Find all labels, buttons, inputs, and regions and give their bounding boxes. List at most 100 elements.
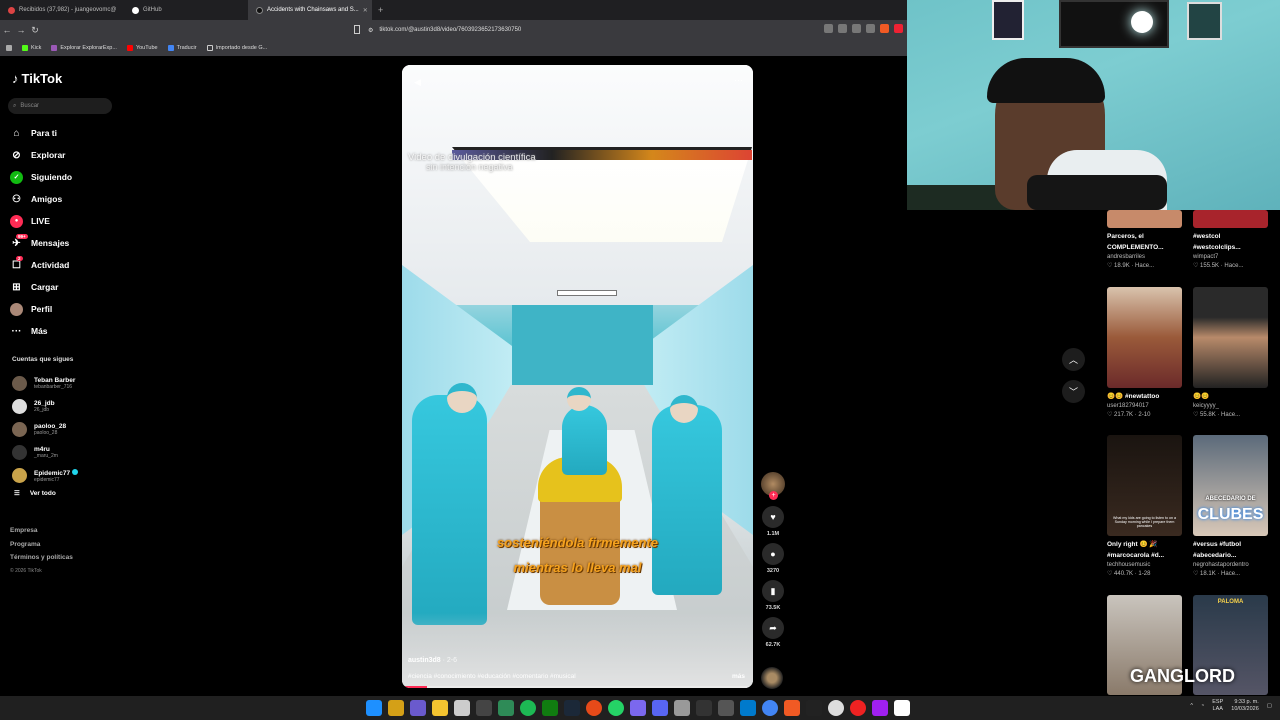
vscode-icon[interactable]	[740, 700, 756, 716]
previous-video-button[interactable]: ︿	[1062, 348, 1085, 371]
more-options-icon[interactable]: ···	[734, 75, 743, 85]
save-button[interactable]: ▮ 73.5K	[760, 580, 786, 611]
next-video-button[interactable]: ﹀	[1062, 380, 1085, 403]
follow-plus-icon[interactable]: +	[769, 491, 778, 500]
video-thumbnail	[1107, 287, 1182, 388]
share-button[interactable]: ➦ 62.7K	[760, 617, 786, 648]
tab-tiktok[interactable]: Accidents with Chainsaws and S... ✕	[248, 0, 372, 20]
chevron-up-icon[interactable]: ^	[1190, 703, 1193, 709]
app-icon[interactable]	[828, 700, 844, 716]
app-icon[interactable]	[498, 700, 514, 716]
spotify-icon[interactable]	[520, 700, 536, 716]
clock[interactable]: 9:33 p. m. 10/03/2026	[1231, 699, 1259, 713]
video-player[interactable]: Video de divulgación científica sin inte…	[402, 65, 753, 688]
tiktok-logo[interactable]: ♪ TikTok	[12, 71, 62, 86]
site-info-icon[interactable]: ⚙	[368, 27, 373, 34]
footer-link[interactable]: Términos y políticas	[10, 551, 73, 565]
related-video[interactable]: ABECEDARIO DE CLUBES #versus #futbol #ab…	[1193, 435, 1273, 577]
nav-amigos[interactable]: ⚇ Amigos	[10, 188, 120, 210]
steam-icon[interactable]	[564, 700, 580, 716]
video-author[interactable]: austin3d8 · 2-6	[408, 657, 457, 664]
nav-live[interactable]: ● LIVE	[10, 210, 120, 232]
app-icon[interactable]	[674, 700, 690, 716]
bookmark-youtube[interactable]: YouTube	[126, 45, 158, 51]
bookmark-kick[interactable]: Kick	[22, 45, 41, 51]
url-field[interactable]: ⚙ tiktok.com/@austin3d8/video/7603923652…	[368, 24, 888, 36]
app-icon[interactable]	[894, 700, 910, 716]
discord-icon[interactable]	[652, 700, 668, 716]
language-indicator[interactable]: ESP LAA	[1212, 699, 1223, 713]
creator-avatar[interactable]: +	[760, 472, 786, 500]
footer-link[interactable]: Programa	[10, 538, 73, 552]
following-list: Teban Barber tebanbarber_716 26_jdb 26_jdb…	[12, 372, 122, 497]
app-icon[interactable]	[872, 700, 888, 716]
related-video[interactable]: What my kids are going to listen to on a…	[1107, 435, 1187, 577]
close-tab-icon[interactable]: ✕	[363, 7, 368, 14]
bookmark-folder[interactable]: Importado desde G...	[206, 45, 267, 51]
chrome-icon[interactable]	[762, 700, 778, 716]
start-icon[interactable]	[366, 700, 382, 716]
app-icon[interactable]	[806, 700, 822, 716]
nav-perfil[interactable]: Perfil	[10, 298, 120, 320]
nav-explorar[interactable]: ⊘ Explorar	[10, 144, 120, 166]
see-all-button[interactable]: ☰ Ver todo	[12, 489, 122, 498]
following-user[interactable]: 26_jdb 26_jdb	[12, 395, 122, 418]
related-video[interactable]: Parceros, el COMPLEMENTO... andresbarril…	[1107, 210, 1187, 269]
app-icon[interactable]	[454, 700, 470, 716]
reload-icon[interactable]: ↻	[28, 25, 42, 36]
music-disc-icon[interactable]	[761, 667, 783, 689]
like-button[interactable]: ♥ 1.1M	[760, 506, 786, 537]
related-video[interactable]: 😊😊 keicyyyy_ ♡ 55.8K · Hace...	[1193, 287, 1273, 418]
app-icon[interactable]	[718, 700, 734, 716]
app-icon[interactable]	[410, 700, 426, 716]
volume-icon[interactable]: ◀	[414, 77, 421, 88]
bookmark-icon[interactable]	[354, 25, 360, 34]
footer-link[interactable]: Empresa	[10, 524, 73, 538]
back-icon[interactable]: ←	[0, 25, 14, 35]
cast-icon[interactable]	[852, 24, 861, 33]
extension-icon[interactable]	[824, 24, 833, 33]
notification-icon[interactable]: ▢	[1267, 703, 1272, 709]
whatsapp-icon[interactable]	[608, 700, 624, 716]
app-icon[interactable]	[696, 700, 712, 716]
app-icon[interactable]	[388, 700, 404, 716]
bookmark-traducir[interactable]: Traducir	[167, 45, 197, 51]
bookmark-explorar[interactable]: Explorar ExplorarExp...	[51, 45, 117, 51]
video-progress-bar[interactable]	[402, 686, 753, 688]
following-user[interactable]: paoloo_28 paoloo_28	[12, 418, 122, 441]
nav-siguiendo[interactable]: ✓ Siguiendo	[10, 166, 120, 188]
app-icon[interactable]	[586, 700, 602, 716]
brave-rewards-icon[interactable]	[894, 24, 903, 33]
forward-icon[interactable]: →	[14, 25, 28, 35]
brave-icon[interactable]	[784, 700, 800, 716]
new-tab-button[interactable]: +	[372, 5, 389, 15]
nav-mas[interactable]: ··· Más	[10, 320, 120, 342]
translate-icon[interactable]	[838, 24, 847, 33]
comment-button[interactable]: ● 3270	[760, 543, 786, 574]
brave-shield-icon[interactable]	[880, 24, 889, 33]
following-user[interactable]: Epidemic77 epidemic77	[12, 464, 122, 487]
nav-cargar[interactable]: ⊞ Cargar	[10, 276, 120, 298]
video-more-button[interactable]: más	[732, 673, 745, 680]
related-video[interactable]: 😊😊 #newtattoo user182794017 ♡ 217.7K · 2…	[1107, 287, 1187, 418]
nav-actividad[interactable]: ☐ 2 Actividad	[10, 254, 120, 276]
search-input[interactable]: ⌕ Buscar	[8, 98, 112, 114]
nav-para-ti[interactable]: ⌂ Para ti	[10, 122, 120, 144]
share-icon[interactable]	[866, 24, 875, 33]
app-icon[interactable]	[630, 700, 646, 716]
following-user[interactable]: m4ru _maru_2m	[12, 441, 122, 464]
xbox-icon[interactable]	[542, 700, 558, 716]
app-icon[interactable]	[476, 700, 492, 716]
nav-mensajes[interactable]: ✈ 99+ Mensajes	[10, 232, 120, 254]
related-video[interactable]: #westcol #westcolclips... wimpact7 ♡ 155…	[1193, 210, 1273, 269]
tab-github[interactable]: GitHub	[124, 0, 248, 20]
following-user[interactable]: Teban Barber tebanbarber_716	[12, 372, 122, 395]
tiktok-icon	[256, 6, 263, 14]
apps-icon[interactable]	[6, 45, 12, 51]
video-thumbnail	[1193, 210, 1268, 228]
video-hashtags[interactable]: #ciencia #conocimiento #educación #comen…	[408, 673, 576, 680]
wifi-icon[interactable]: ◔	[1201, 703, 1204, 709]
folder-icon[interactable]	[432, 700, 448, 716]
tab-gmail[interactable]: Recibidos (37,982) - juangeovomc@	[0, 0, 124, 20]
app-icon[interactable]	[850, 700, 866, 716]
